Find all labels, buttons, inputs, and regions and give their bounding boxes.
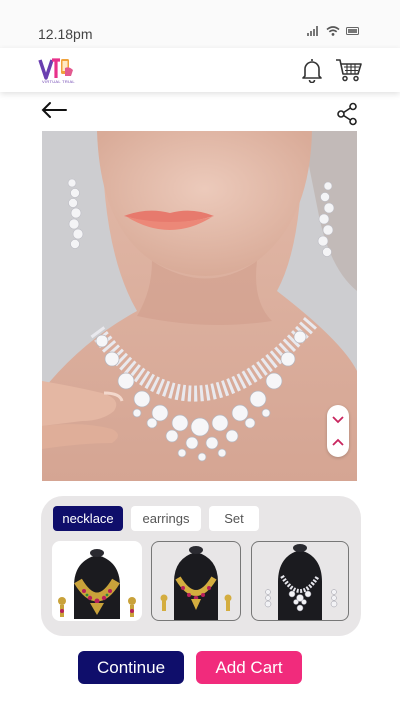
model-wearing-necklace-illustration (42, 131, 357, 481)
tab-necklace[interactable]: necklace (53, 506, 123, 531)
chevron-up-icon[interactable] (327, 429, 349, 455)
logo-text: VIRTUAL TRIAL (42, 79, 75, 84)
status-bar: 12.18pm (0, 0, 400, 48)
product-thumbnail-3[interactable] (251, 541, 349, 621)
app-header: VIRTUAL TRIAL (0, 48, 400, 92)
add-cart-button[interactable]: Add Cart (196, 651, 302, 684)
cart-icon[interactable] (335, 57, 363, 83)
product-thumbnail-1[interactable] (52, 541, 142, 621)
continue-button[interactable]: Continue (78, 651, 184, 684)
signal-icon (307, 26, 318, 36)
status-time: 12.18pm (38, 26, 93, 42)
battery-icon (346, 27, 359, 35)
tab-earrings[interactable]: earrings (131, 506, 201, 531)
wifi-icon (326, 26, 340, 36)
status-icons (307, 26, 360, 36)
preview-scroll-control[interactable] (327, 405, 349, 457)
try-on-preview-image (42, 131, 357, 481)
tab-set[interactable]: Set (209, 506, 259, 531)
product-thumbnail-2[interactable] (151, 541, 241, 621)
share-icon[interactable] (336, 102, 358, 126)
necklace-set-image (264, 544, 338, 620)
jewellery-selector-panel: necklace earrings Set (41, 496, 361, 636)
necklace-set-image (160, 546, 232, 620)
back-arrow-icon[interactable] (40, 97, 68, 123)
bell-icon[interactable] (300, 57, 324, 83)
necklace-set-image (58, 549, 136, 619)
